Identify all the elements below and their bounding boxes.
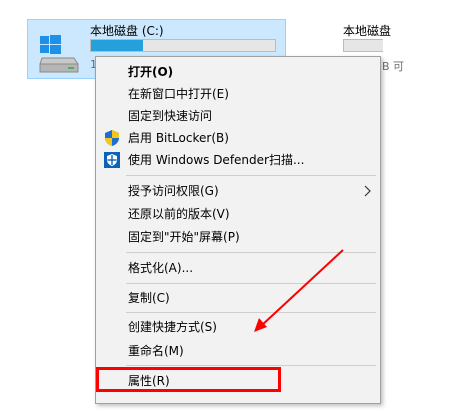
menu-item-label: 启用 BitLocker(B) bbox=[128, 131, 229, 145]
chevron-right-icon bbox=[364, 185, 371, 197]
menu-item-bitlocker[interactable]: 启用 BitLocker(B) bbox=[96, 127, 380, 149]
menu-item-label: 使用 Windows Defender扫描... bbox=[128, 153, 305, 167]
menu-item-copy[interactable]: 复制(C) bbox=[96, 287, 380, 309]
hard-drive-icon bbox=[39, 35, 79, 73]
drive-second-free-text: B 可 bbox=[382, 60, 405, 73]
menu-item-label: 格式化(A)... bbox=[128, 261, 194, 275]
menu-item-label: 打开(O) bbox=[128, 65, 174, 79]
menu-item-label: 固定到快速访问 bbox=[128, 109, 213, 123]
menu-item-pin-start[interactable]: 固定到"开始"屏幕(P) bbox=[96, 226, 380, 248]
menu-separator bbox=[126, 175, 376, 176]
menu-item-pin-quick-access[interactable]: 固定到快速访问 bbox=[96, 105, 380, 127]
drive-c-usage-fill bbox=[91, 40, 143, 51]
menu-item-restore-versions[interactable]: 还原以前的版本(V) bbox=[96, 203, 380, 225]
menu-item-rename[interactable]: 重命名(M) bbox=[96, 340, 380, 362]
drive-c-name: 本地磁盘 (C:) bbox=[90, 24, 164, 38]
menu-item-label: 重命名(M) bbox=[128, 344, 184, 358]
menu-item-create-shortcut[interactable]: 创建快捷方式(S) bbox=[96, 316, 380, 338]
menu-item-open[interactable]: 打开(O) bbox=[96, 61, 380, 83]
menu-item-label: 还原以前的版本(V) bbox=[128, 207, 230, 221]
menu-item-label: 在新窗口中打开(E) bbox=[128, 87, 229, 101]
annotation-highlight-box bbox=[96, 367, 281, 392]
menu-separator bbox=[126, 252, 376, 253]
menu-item-label: 复制(C) bbox=[128, 291, 170, 305]
menu-item-defender-scan[interactable]: 使用 Windows Defender扫描... bbox=[96, 149, 380, 171]
windows-defender-icon bbox=[104, 152, 120, 168]
context-menu: 打开(O) 在新窗口中打开(E) 固定到快速访问 启用 BitLocker(B)… bbox=[95, 56, 381, 404]
drive-second-name: 本地磁盘 bbox=[343, 24, 392, 38]
menu-item-label: 授予访问权限(G) bbox=[128, 184, 219, 198]
menu-separator bbox=[126, 283, 376, 284]
menu-item-label: 创建快捷方式(S) bbox=[128, 320, 217, 334]
menu-item-label: 固定到"开始"屏幕(P) bbox=[128, 230, 240, 244]
menu-separator bbox=[126, 312, 376, 313]
shield-icon bbox=[105, 130, 119, 146]
drive-second-usage-bar bbox=[343, 39, 383, 52]
menu-item-format[interactable]: 格式化(A)... bbox=[96, 257, 380, 279]
menu-item-grant-access[interactable]: 授予访问权限(G) bbox=[96, 180, 380, 202]
menu-separator bbox=[126, 365, 376, 366]
drive-c-usage-bar bbox=[90, 39, 276, 52]
menu-item-open-new-window[interactable]: 在新窗口中打开(E) bbox=[96, 83, 380, 105]
